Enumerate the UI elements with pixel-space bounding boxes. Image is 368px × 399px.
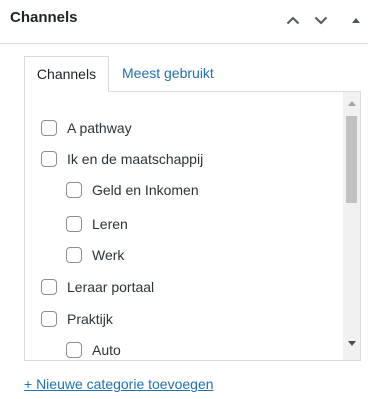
caret-up-icon <box>352 18 360 23</box>
category-label: A pathway <box>67 120 132 136</box>
scroll-down-icon <box>347 341 356 346</box>
checkbox[interactable] <box>66 182 82 198</box>
checkbox[interactable] <box>41 279 57 295</box>
category-list[interactable]: A pathway Ik en de maatschappij Geld en … <box>24 91 361 361</box>
chevron-down-icon <box>314 16 328 24</box>
category-label: Geld en Inkomen <box>92 182 199 198</box>
category-item-ik-en-de-maatschappij[interactable]: Ik en de maatschappij <box>41 147 203 171</box>
add-category-link[interactable]: + Nieuwe categorie toevoegen <box>24 376 214 392</box>
category-label: Praktijk <box>67 311 113 327</box>
category-item-leren[interactable]: Leren <box>66 212 128 236</box>
checkbox[interactable] <box>41 120 57 136</box>
category-item-praktijk[interactable]: Praktijk <box>41 307 113 331</box>
category-label: Leraar portaal <box>67 279 155 295</box>
category-label: Leren <box>92 216 128 232</box>
category-item-auto[interactable]: Auto <box>66 338 121 360</box>
move-down-button[interactable] <box>308 8 334 32</box>
toggle-panel-button[interactable] <box>346 8 366 32</box>
category-tabs: Channels Meest gebruikt <box>24 56 364 92</box>
checkbox[interactable] <box>66 342 82 358</box>
category-item-geld-en-inkomen[interactable]: Geld en Inkomen <box>66 178 199 202</box>
category-label: Ik en de maatschappij <box>67 151 204 167</box>
scroll-down-arrow[interactable] <box>347 339 356 348</box>
scrollbar[interactable] <box>343 92 360 360</box>
checkbox[interactable] <box>66 247 82 263</box>
panel-header: Channels <box>0 0 368 44</box>
panel-title: Channels <box>10 9 78 26</box>
category-item-a-pathway[interactable]: A pathway <box>41 116 132 140</box>
checkbox[interactable] <box>66 216 82 232</box>
move-up-button[interactable] <box>280 8 306 32</box>
chevron-up-icon <box>286 16 300 24</box>
tab-most-used[interactable]: Meest gebruikt <box>122 56 214 92</box>
checkbox[interactable] <box>41 311 57 327</box>
scrollbar-thumb[interactable] <box>346 116 357 203</box>
category-item-werk[interactable]: Werk <box>66 243 124 267</box>
category-label: Auto <box>92 342 121 358</box>
category-label: Werk <box>92 247 125 263</box>
scroll-up-icon <box>347 101 356 106</box>
checkbox[interactable] <box>41 151 57 167</box>
category-item-leraar-portaal[interactable]: Leraar portaal <box>41 275 154 299</box>
scroll-up-arrow[interactable] <box>347 99 356 108</box>
tab-channels[interactable]: Channels <box>24 56 109 92</box>
